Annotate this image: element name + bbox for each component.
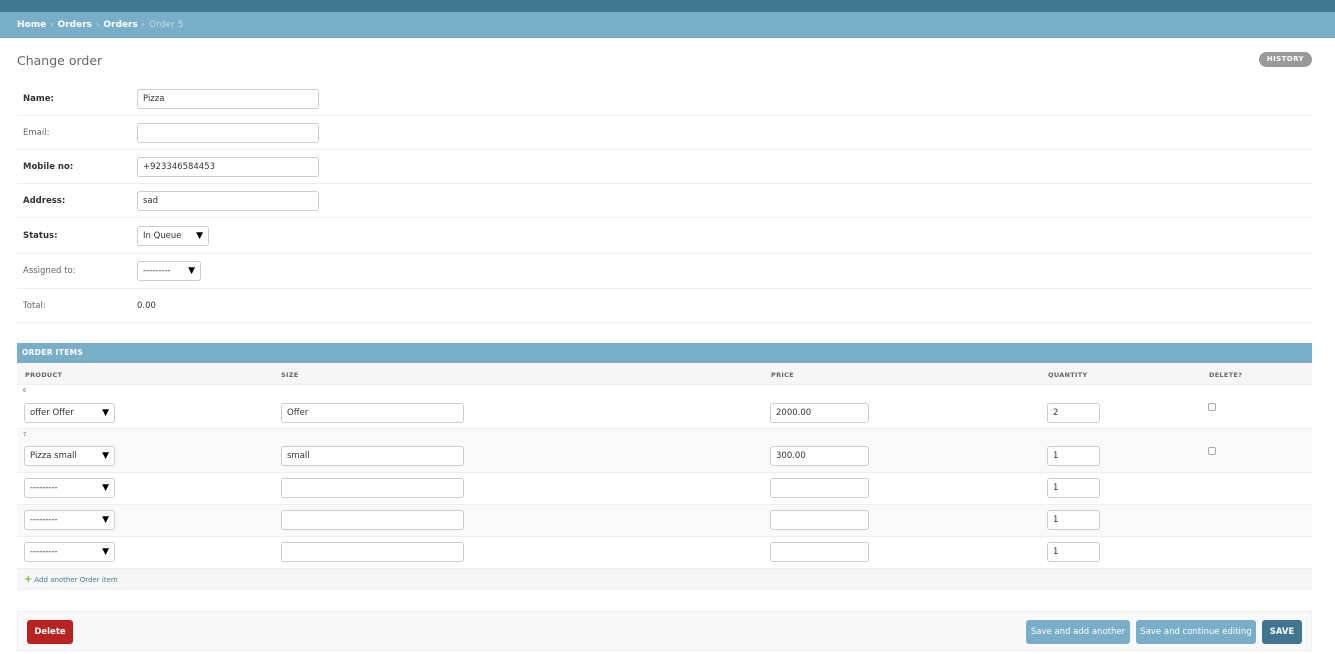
total-value: 0.00 [137,300,156,311]
triangle-down-icon: ▼ [102,483,109,493]
product-select[interactable]: --------- ▼ [24,478,115,498]
history-button[interactable]: HISTORY [1258,52,1312,67]
form-row-address: Address: sad [17,184,1312,218]
size-input[interactable] [281,542,464,562]
price-input[interactable] [770,542,869,562]
column-header-quantity: QUANTITY [1048,371,1088,379]
triangle-down-icon: ▼ [102,547,109,557]
size-input[interactable]: small [281,446,464,466]
size-input[interactable]: Offer [281,403,464,423]
delete-checkbox[interactable] [1208,403,1216,411]
table-row: --------- ▼ 1 [17,537,1312,569]
product-select-value: --------- [30,483,58,493]
quantity-input[interactable]: 1 [1047,542,1100,562]
address-label: Address: [23,195,66,206]
form-row-assigned: Assigned to: --------- ▼ [17,254,1312,289]
mobile-label: Mobile no: [23,161,74,172]
breadcrumb-current: Order 5 [149,20,184,30]
product-select[interactable]: offer Offer ▼ [24,403,115,423]
status-select[interactable]: In Queue ▼ [137,225,209,246]
add-another-order-item-link[interactable]: Add another Order item [34,576,117,584]
address-input[interactable]: sad [137,190,319,211]
order-form: Name: Pizza Email: Mobile no: +923346584… [17,82,1312,323]
total-label: Total: [23,300,46,311]
breadcrumb-home[interactable]: Home [17,20,46,30]
inline-title: ORDER ITEMS [17,343,1312,363]
delete-checkbox[interactable] [1208,447,1216,455]
breadcrumb-model[interactable]: Orders [103,20,137,30]
assigned-select[interactable]: --------- ▼ [137,261,201,281]
product-select-value: offer Offer [30,408,74,418]
price-input[interactable] [770,478,869,498]
breadcrumb-app[interactable]: Orders [58,20,92,30]
form-row-status: Status: In Queue ▼ [17,218,1312,254]
save-and-add-another-button[interactable]: Save and add another [1026,620,1130,644]
table-row: --------- ▼ 1 [17,505,1312,537]
table-row: --------- ▼ 1 [17,473,1312,505]
inline-header: PRODUCT SIZE PRICE QUANTITY DELETE? [17,363,1312,385]
form-row-name: Name: Pizza [17,82,1312,116]
product-select-value: Pizza small [30,451,77,461]
price-input[interactable]: 2000.00 [770,403,869,423]
size-input[interactable] [281,510,464,530]
original-id: 6 [23,388,27,394]
submit-row: Delete Save and add another Save and con… [17,611,1312,651]
form-row-total: Total: 0.00 [17,289,1312,323]
triangle-down-icon: ▼ [102,451,109,461]
price-input[interactable] [770,510,869,530]
form-row-mobile: Mobile no: +923346584453 [17,150,1312,184]
breadcrumb: Home › Orders › Orders › Order 5 [0,12,1335,38]
name-input[interactable]: Pizza [137,88,319,109]
product-select-value: --------- [30,547,58,557]
product-select[interactable]: Pizza small ▼ [24,446,115,466]
name-label: Name: [23,93,54,104]
column-header-product: PRODUCT [25,371,63,379]
email-label: Email: [23,127,50,138]
mobile-input[interactable]: +923346584453 [137,156,319,177]
email-input[interactable] [137,122,319,143]
save-and-continue-button[interactable]: Save and continue editing [1136,620,1256,644]
assigned-select-value: --------- [143,266,171,276]
save-button[interactable]: SAVE [1262,620,1302,644]
quantity-input[interactable]: 1 [1047,510,1100,530]
status-select-value: In Queue [143,230,182,241]
plus-icon[interactable]: + [24,574,32,585]
breadcrumb-separator: › [50,20,54,30]
breadcrumb-separator: › [95,20,100,30]
quantity-input[interactable]: 1 [1047,446,1100,466]
product-select[interactable]: --------- ▼ [24,542,115,562]
status-label: Status: [23,230,58,241]
site-header [0,0,1335,12]
column-header-price: PRICE [771,371,794,379]
assigned-label: Assigned to: [23,266,76,276]
form-row-email: Email: [17,116,1312,150]
column-header-size: SIZE [281,371,299,379]
quantity-input[interactable]: 2 [1047,403,1100,423]
column-header-delete: DELETE? [1209,371,1243,379]
triangle-down-icon: ▼ [188,266,195,276]
delete-button[interactable]: Delete [27,620,73,644]
breadcrumb-separator: › [141,20,146,30]
add-another-row: + Add another Order item [17,569,1312,590]
size-input[interactable] [281,478,464,498]
product-select-value: --------- [30,515,58,525]
table-row: 6 offer Offer ▼ Offer 2000.00 2 [17,385,1312,429]
triangle-down-icon: ▼ [102,515,109,525]
order-items-inline: ORDER ITEMS PRODUCT SIZE PRICE QUANTITY … [17,343,1312,590]
triangle-down-icon: ▼ [102,408,109,418]
original-id: 7 [23,432,27,438]
price-input[interactable]: 300.00 [770,446,869,466]
quantity-input[interactable]: 1 [1047,478,1100,498]
product-select[interactable]: --------- ▼ [24,510,115,530]
triangle-down-icon: ▼ [196,230,203,241]
table-row: 7 Pizza small ▼ small 300.00 1 [17,429,1312,473]
page-title: Change order [17,53,103,68]
